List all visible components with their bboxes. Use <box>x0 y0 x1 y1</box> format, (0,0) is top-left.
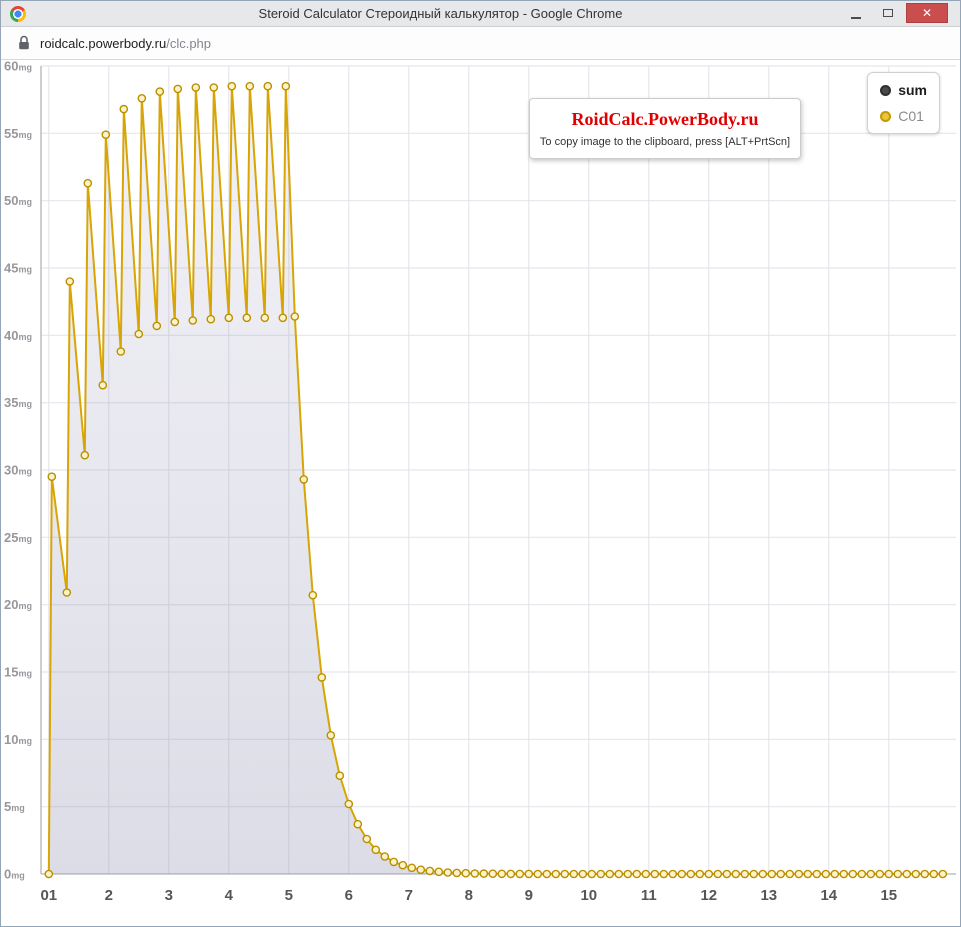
url-domain: roidcalc.powerbody.ru <box>40 36 166 51</box>
maximize-icon <box>883 9 893 17</box>
url-bar[interactable]: roidcalc.powerbody.ru/clc.php <box>1 27 960 60</box>
svg-text:4: 4 <box>225 887 234 904</box>
svg-text:11: 11 <box>641 887 657 904</box>
legend-item-sum[interactable]: sum <box>880 82 927 98</box>
svg-text:15mg: 15mg <box>4 665 32 680</box>
svg-text:3: 3 <box>165 887 173 904</box>
svg-text:60mg: 60mg <box>4 60 32 74</box>
svg-text:40mg: 40mg <box>4 328 32 343</box>
lock-icon[interactable] <box>17 35 31 51</box>
legend-item-C01[interactable]: C01 <box>880 108 927 124</box>
svg-text:10: 10 <box>580 887 597 904</box>
browser-window: Steroid Calculator Стероидный калькулято… <box>0 0 961 927</box>
watermark-title: RoidCalc.PowerBody.ru <box>538 109 792 130</box>
svg-text:15: 15 <box>880 887 897 904</box>
minimize-icon <box>851 17 861 19</box>
svg-text:13: 13 <box>760 887 777 904</box>
window-title: Steroid Calculator Стероидный калькулято… <box>41 1 840 26</box>
legend-label-C01: C01 <box>898 108 924 124</box>
url-path: /clc.php <box>166 36 211 51</box>
svg-text:5mg: 5mg <box>4 799 25 814</box>
concentration-chart: 0mg5mg10mg15mg20mg25mg30mg35mg40mg45mg50… <box>1 60 961 926</box>
svg-text:35mg: 35mg <box>4 395 32 410</box>
legend-marker-sum-icon <box>880 85 891 96</box>
svg-text:25mg: 25mg <box>4 530 32 545</box>
svg-text:5: 5 <box>285 887 293 904</box>
svg-text:7: 7 <box>405 887 413 904</box>
svg-text:45mg: 45mg <box>4 261 32 276</box>
svg-text:55mg: 55mg <box>4 126 32 141</box>
chrome-icon <box>10 6 26 22</box>
minimize-button[interactable] <box>842 3 870 23</box>
legend-label-sum: sum <box>898 82 927 98</box>
svg-text:14: 14 <box>820 887 837 904</box>
svg-text:2: 2 <box>105 887 113 904</box>
svg-text:12: 12 <box>700 887 717 904</box>
series-area <box>49 86 943 874</box>
y-axis-labels: 0mg 5mg 10mg 15mg 20mg 25mg 30mg 35mg 40mg 45mg 50… <box>4 60 32 882</box>
svg-text:20mg: 20mg <box>4 597 32 612</box>
svg-text:01: 01 <box>40 887 57 904</box>
svg-text:0mg: 0mg <box>4 867 25 882</box>
svg-text:6: 6 <box>345 887 353 904</box>
svg-text:9: 9 <box>525 887 533 904</box>
maximize-button[interactable] <box>874 3 902 23</box>
svg-text:30mg: 30mg <box>4 463 32 478</box>
window-controls: ✕ <box>842 3 948 23</box>
close-button[interactable]: ✕ <box>906 3 948 23</box>
titlebar[interactable]: Steroid Calculator Стероидный калькулято… <box>1 1 960 27</box>
svg-text:50mg: 50mg <box>4 193 32 208</box>
chart-legend: sum C01 <box>867 72 940 134</box>
svg-text:8: 8 <box>465 887 473 904</box>
x-axis-labels: 01 2 3 4 5 6 7 8 9 10 11 12 13 14 15 <box>40 887 897 904</box>
watermark-box: RoidCalc.PowerBody.ru To copy image to t… <box>529 98 801 159</box>
url-text[interactable]: roidcalc.powerbody.ru/clc.php <box>40 36 211 51</box>
svg-text:10mg: 10mg <box>4 732 32 747</box>
watermark-subtitle: To copy image to the clipboard, press [A… <box>538 136 792 148</box>
chart-area: 0mg5mg10mg15mg20mg25mg30mg35mg40mg45mg50… <box>1 60 960 926</box>
legend-marker-C01-icon <box>880 111 891 122</box>
